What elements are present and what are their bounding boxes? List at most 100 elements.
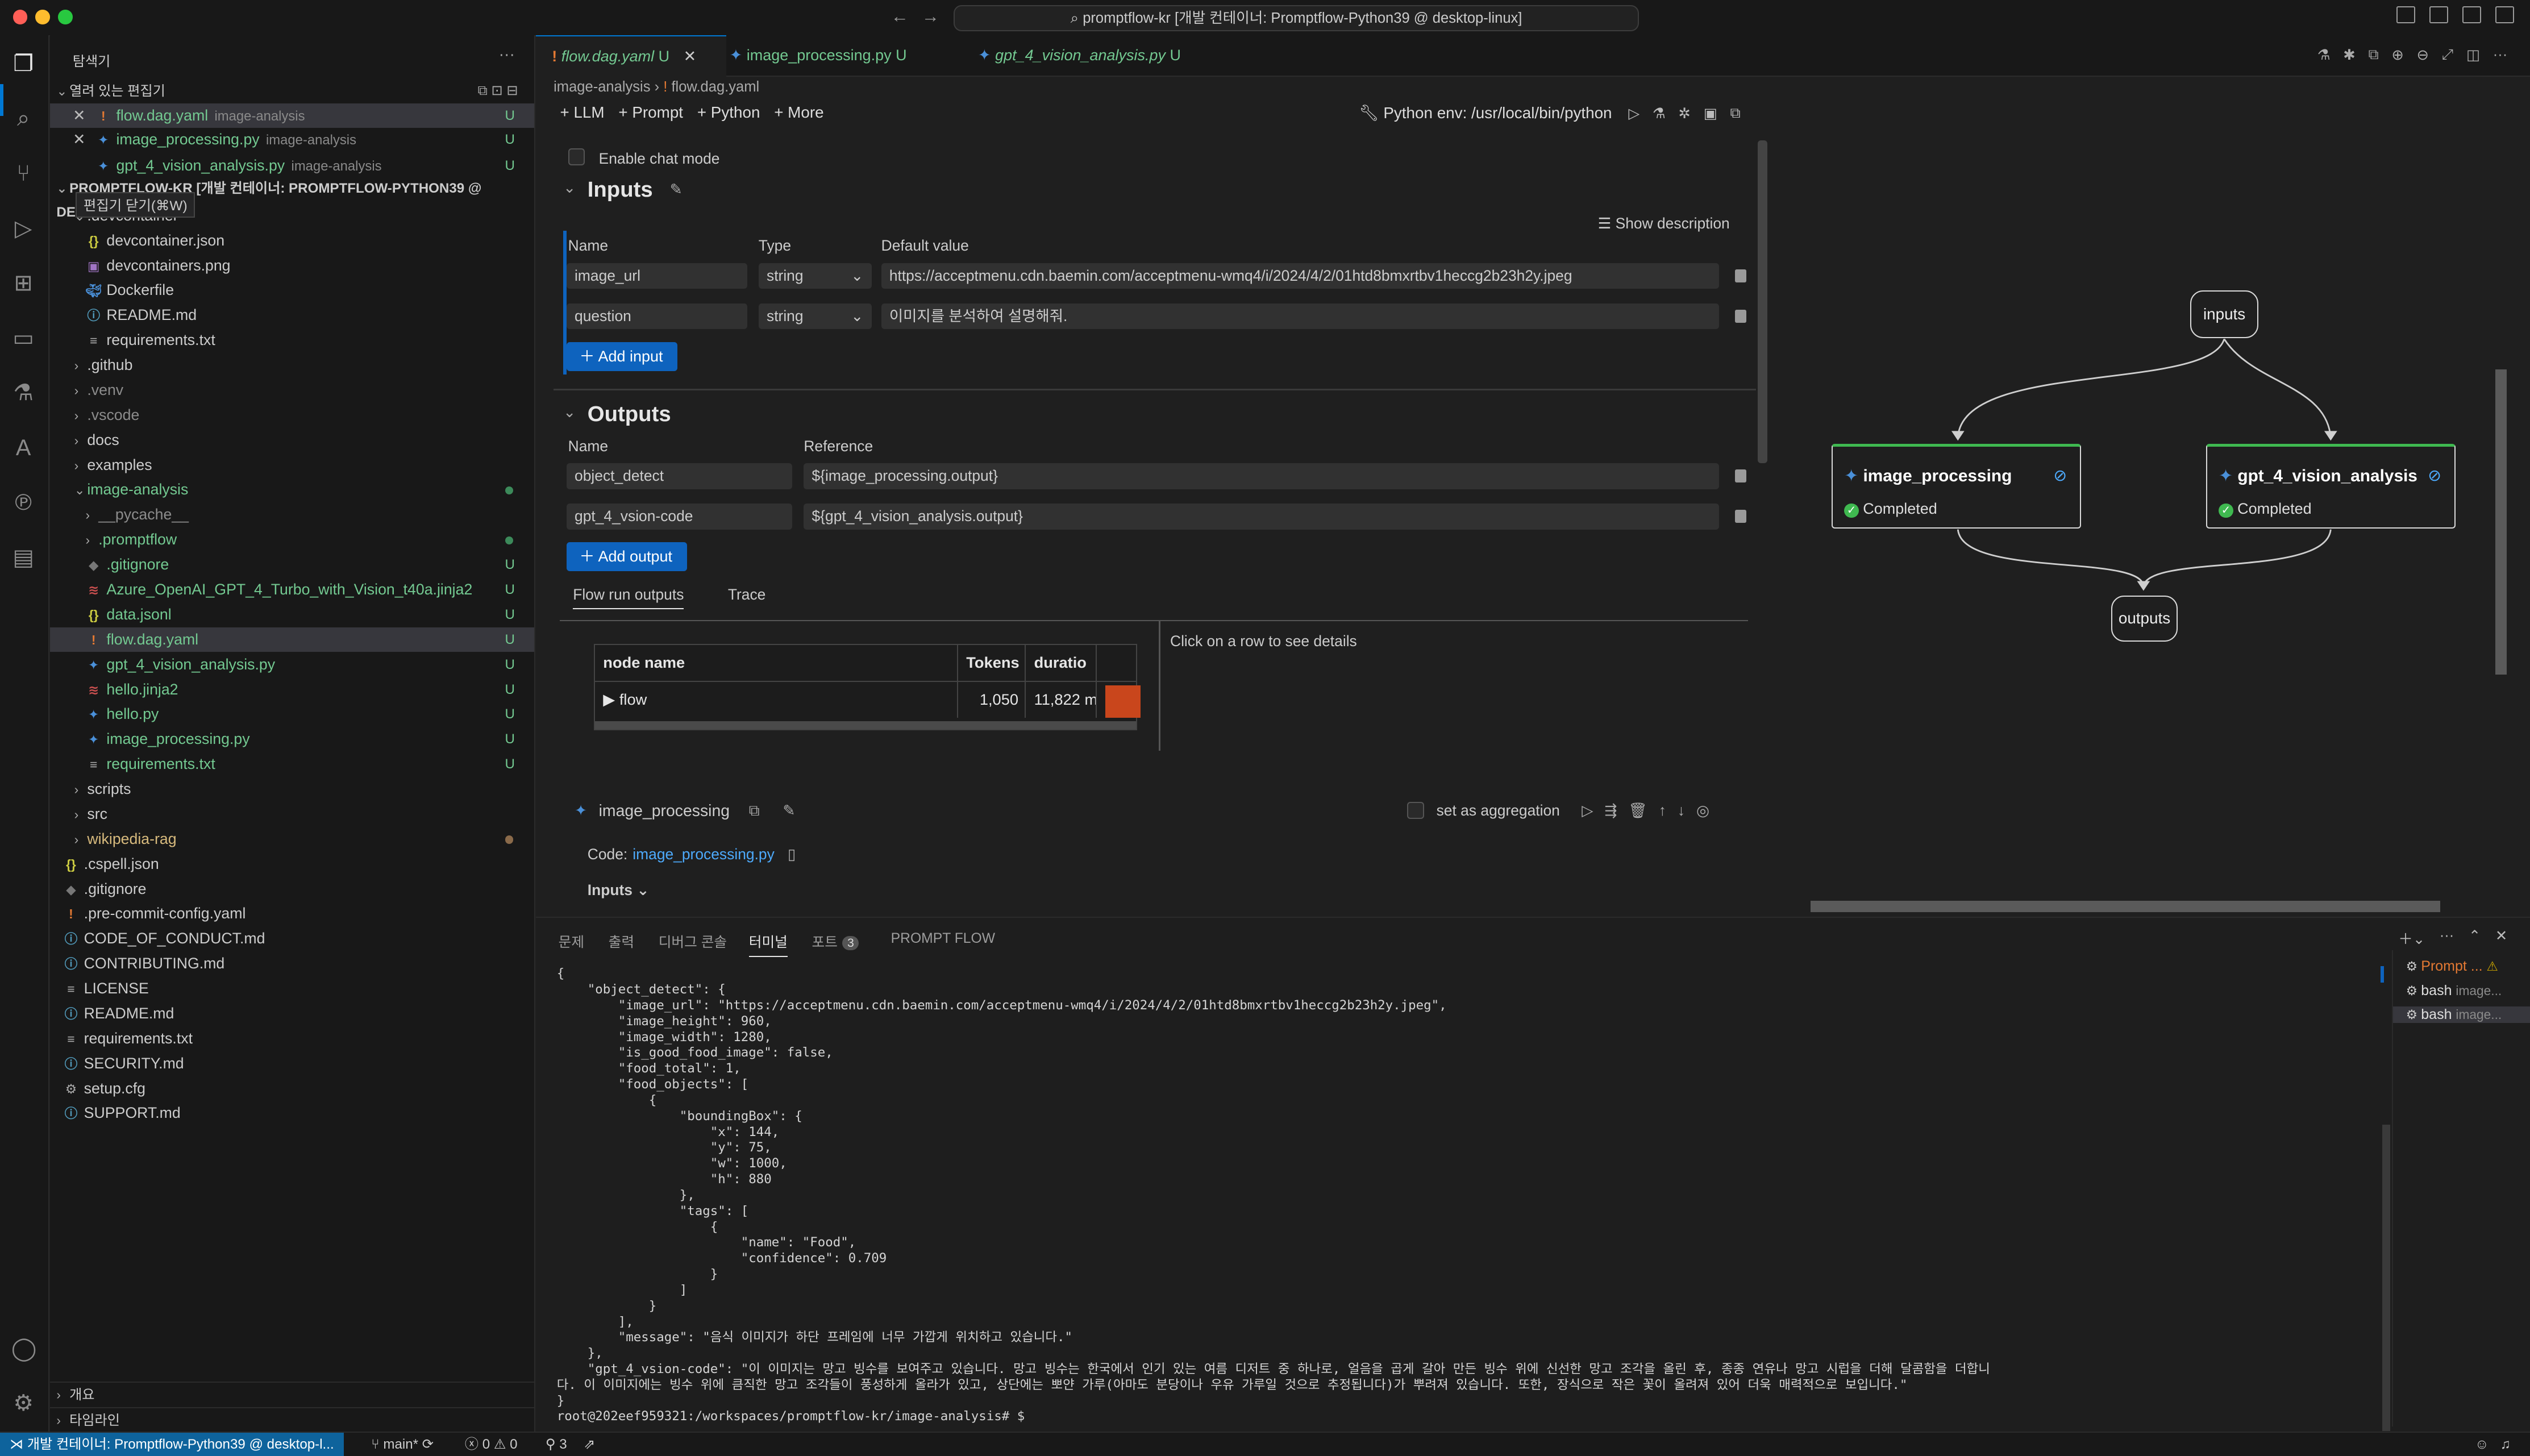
terminal-item-bash[interactable]: ⚙︎ bash image... (2406, 983, 2502, 999)
more-actions-icon[interactable]: ··· (499, 45, 515, 64)
code-file-link[interactable]: image_processing.py (632, 846, 775, 863)
delete-icon[interactable] (1735, 269, 1746, 282)
table-scrollbar[interactable] (595, 721, 1136, 729)
tree-file[interactable]: ⓘ SECURITY.md (50, 1051, 534, 1076)
remote-explorer-icon[interactable]: ▭ (11, 326, 36, 351)
forward-arrow-icon[interactable]: → (922, 6, 939, 27)
terminal-item-bash-active[interactable]: ⚙︎ bash image... (2392, 1006, 2530, 1024)
add-llm-button[interactable]: + LLM (560, 103, 604, 121)
table-header[interactable]: node name (595, 645, 959, 681)
graph-inputs-node[interactable]: inputs (2190, 290, 2259, 338)
chat-icon[interactable]: ▤ (11, 546, 36, 570)
add-more-button[interactable]: + More (774, 103, 823, 121)
tab-ports[interactable]: 포트 3 (812, 931, 859, 951)
copy-icon[interactable]: ⧉ (749, 802, 760, 820)
close-icon[interactable]: ✕ (684, 48, 697, 65)
tree-folder[interactable]: › .venv (50, 378, 534, 403)
open-editor-item[interactable]: ✕! flow.dag.yaml image-analysis U (50, 103, 535, 128)
tree-folder[interactable]: › .promptflow (50, 527, 534, 552)
tree-file[interactable]: ≋ Azure_OpenAI_GPT_4_Turbo_with_Vision_t4… (50, 577, 534, 602)
tree-folder[interactable]: › docs (50, 428, 534, 453)
open-editor-item[interactable]: ✦ gpt_4_vision_analysis.py image-analysis U (50, 153, 534, 178)
tree-folder[interactable]: › __pycache__ (50, 502, 534, 527)
problems-indicator[interactable]: ⓧ 0 ⚠ 0 (465, 1433, 518, 1456)
tab-flow-dag-yaml[interactable]: ! flow.dag.yaml U ✕ (535, 35, 726, 77)
fit-icon[interactable]: ⤢ (2442, 47, 2453, 64)
tree-file[interactable]: ⓘ README.md (50, 1001, 534, 1026)
save-all-icon[interactable]: ⧉ ⊡ ⊟ (478, 79, 518, 103)
gear-icon[interactable]: ⚙ (11, 1391, 36, 1416)
tree-folder[interactable]: › examples (50, 453, 534, 478)
graph-vscroll[interactable] (2495, 369, 2507, 675)
tab-debug-console[interactable]: 디버그 콘솔 (659, 931, 727, 951)
settings-icon[interactable]: ✲ (1679, 105, 1691, 122)
add-python-button[interactable]: + Python (697, 103, 760, 121)
delete-icon[interactable] (1735, 469, 1746, 483)
more-actions-icon[interactable]: ··· (2440, 927, 2454, 949)
input-name-field[interactable]: image_url (566, 263, 747, 289)
tree-file[interactable]: ◆ .gitignore U (50, 552, 534, 577)
tree-file[interactable]: ✦ gpt_4_vision_analysis.py U (50, 652, 534, 677)
close-icon[interactable]: ✕ (2495, 927, 2507, 949)
terminal-item-prompt[interactable]: ⚙︎ Prompt ... ⚠ (2406, 958, 2498, 975)
aggregation-checkbox[interactable] (1407, 802, 1425, 819)
tree-file[interactable]: ⓘ SUPPORT.md (50, 1101, 534, 1126)
prompt-flow-icon[interactable]: ℗ (11, 490, 36, 515)
output-reference-field[interactable]: ${gpt_4_vision_analysis.output} (804, 504, 1719, 530)
tab-problems[interactable]: 문제 (559, 931, 584, 951)
account-icon[interactable]: ◯ (11, 1336, 37, 1361)
terminal-output[interactable]: { "object_detect": { "image_url": "https… (557, 966, 2388, 1425)
toggle-secondary-sidebar-icon[interactable] (2462, 6, 2481, 23)
input-type-select[interactable]: string ⌄ (758, 263, 872, 289)
link-icon[interactable]: ⊘ (2053, 466, 2067, 485)
show-description-button[interactable]: ☰ Show description (1598, 215, 1730, 232)
output-name-field[interactable]: gpt_4_vsion-code (566, 504, 793, 530)
output-name-field[interactable]: object_detect (566, 463, 793, 489)
more-actions-icon[interactable]: ··· (2493, 47, 2508, 64)
input-default-field[interactable]: https://acceptmenu.cdn.baemin.com/accept… (881, 263, 1719, 289)
test-icon[interactable]: ⚗ (1653, 105, 1666, 122)
tree-file[interactable]: ⓘ README.md (50, 303, 534, 328)
close-window-button[interactable] (13, 10, 28, 24)
open-editor-item[interactable]: ✕ ✦ image_processing.py image-analysis U (50, 127, 534, 152)
graph-outputs-node[interactable]: outputs (2111, 595, 2178, 642)
tree-file[interactable]: ! flow.dag.yaml U (50, 627, 535, 652)
tab-output[interactable]: 출력 (609, 931, 634, 951)
tree-file[interactable]: ✦ image_processing.py U (50, 727, 534, 752)
graph-hscroll[interactable] (1811, 900, 2441, 912)
maximize-window-button[interactable] (58, 10, 73, 24)
tree-file[interactable]: ≋ hello.jinja2 U (50, 677, 534, 702)
tree-folder[interactable]: › .vscode (50, 403, 534, 428)
run-icon[interactable]: ▷ (1629, 105, 1640, 122)
link-icon[interactable]: ⊘ (2428, 466, 2441, 485)
copilot-icon[interactable]: ☺ (2475, 1437, 2489, 1452)
test-icon[interactable]: ⚗ (2317, 47, 2331, 64)
toggle-panel-icon[interactable] (2429, 6, 2448, 23)
tree-file[interactable]: ≡ requirements.txt (50, 1026, 534, 1051)
search-icon[interactable]: ⌕ (11, 106, 36, 131)
debug-icon[interactable]: ✱ (2343, 47, 2355, 64)
table-cell[interactable]: 1,050 (958, 682, 1026, 718)
node-actions[interactable]: ▷⇶🗑︎↑↓◎ (1582, 802, 1721, 819)
branch-indicator[interactable]: ⑂ main* ⟳ (371, 1433, 434, 1456)
tree-file[interactable]: {} data.jsonl U (50, 602, 534, 627)
editor-scrollbar[interactable] (1757, 140, 1767, 464)
tree-folder[interactable]: › wikipedia-rag (50, 827, 534, 852)
toggle-sidebar-icon[interactable] (2396, 6, 2415, 23)
edit-icon[interactable]: ✎ (670, 181, 683, 198)
customize-layout-icon[interactable] (2495, 6, 2514, 23)
zoom-out-icon[interactable]: ⊖ (2417, 47, 2429, 64)
source-control-icon[interactable]: ⑂ (11, 161, 36, 186)
explorer-icon[interactable]: ❐ (11, 52, 36, 76)
command-center[interactable]: ⌕ promptflow-kr [개발 컨테이너: Promptflow-Pyt… (954, 5, 1639, 32)
tree-folder[interactable]: › .github (50, 353, 534, 378)
tree-file[interactable]: ⚙ setup.cfg (50, 1076, 534, 1101)
tab-flow-run-outputs[interactable]: Flow run outputs (573, 586, 684, 610)
minimize-window-button[interactable] (35, 10, 51, 24)
chevron-down-icon[interactable]: ⌄ (563, 403, 576, 421)
tree-file[interactable]: ≡ requirements.txt (50, 328, 534, 353)
tab-gpt-4-vision-analysis[interactable]: ✦ gpt_4_vision_analysis.py U (962, 35, 1237, 76)
testing-icon[interactable]: ⚗ (11, 381, 36, 405)
remote-indicator[interactable]: ⋊ 개발 컨테이너: Promptflow-Python39 @ desktop… (0, 1433, 344, 1456)
delete-icon[interactable] (1735, 310, 1746, 323)
